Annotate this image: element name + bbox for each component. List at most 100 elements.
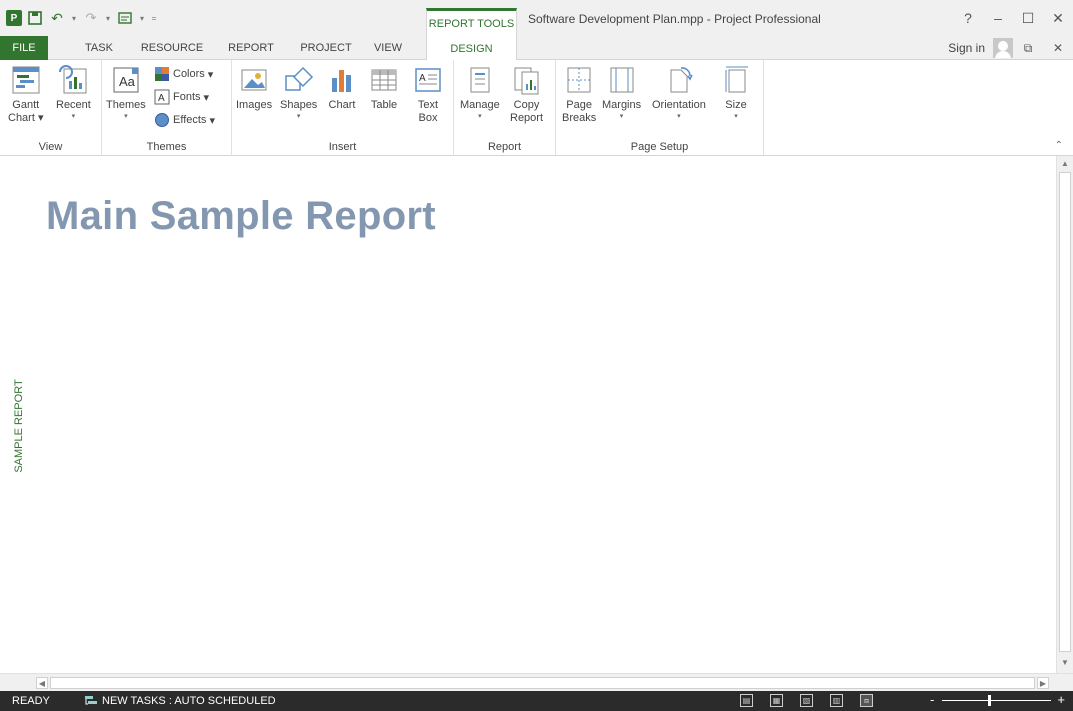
zoom-in-icon[interactable]: + bbox=[1057, 692, 1065, 707]
effects-label: Effects bbox=[173, 114, 207, 126]
fonts-button[interactable]: A Fonts ▾ bbox=[154, 89, 209, 105]
margins-button[interactable]: Margins ▾ bbox=[602, 64, 641, 122]
table-icon bbox=[371, 69, 397, 91]
gantt-chart-button[interactable]: Gantt Chart ▾ bbox=[8, 64, 43, 125]
colors-button[interactable]: Colors ▾ bbox=[154, 66, 213, 82]
effects-dropdown-icon: ▾ bbox=[209, 114, 215, 127]
help-button[interactable]: ? bbox=[953, 6, 983, 30]
customize-icon[interactable] bbox=[116, 9, 134, 27]
themes-icon: Aa bbox=[113, 67, 139, 93]
zoom-knob[interactable] bbox=[988, 695, 991, 706]
shapes-label: Shapes bbox=[280, 99, 318, 111]
ribbon: Gantt Chart ▾ Recent ▾ View Aa Themes ▾ … bbox=[0, 60, 1073, 156]
tab-resource[interactable]: RESOURCE bbox=[138, 36, 206, 60]
manage-label: Manage bbox=[460, 99, 500, 111]
doc-close-icon[interactable]: ✕ bbox=[1043, 39, 1073, 57]
effects-button[interactable]: Effects ▾ bbox=[154, 112, 215, 128]
project-app-icon[interactable]: P bbox=[6, 10, 22, 26]
tab-file[interactable]: FILE bbox=[0, 36, 48, 60]
tab-view[interactable]: VIEW bbox=[370, 36, 406, 60]
images-button[interactable]: Images bbox=[236, 64, 272, 112]
save-icon[interactable] bbox=[26, 9, 44, 27]
tab-project[interactable]: PROJECT bbox=[295, 36, 357, 60]
horizontal-scroll-thumb[interactable] bbox=[50, 677, 1035, 689]
restore-icon[interactable]: ⧉ bbox=[1013, 39, 1043, 57]
maximize-icon[interactable]: ☐ bbox=[1013, 6, 1043, 30]
context-tab-report-tools: REPORT TOOLS bbox=[426, 8, 517, 36]
undo-icon[interactable]: ↶ bbox=[48, 9, 66, 27]
manage-icon bbox=[470, 67, 490, 93]
status-ready: READY bbox=[12, 695, 50, 707]
new-tasks-label: NEW TASKS : AUTO SCHEDULED bbox=[102, 695, 276, 707]
group-label-report: Report bbox=[487, 141, 522, 153]
close-icon[interactable]: ✕ bbox=[1043, 6, 1073, 30]
orientation-button[interactable]: Orientation ▾ bbox=[652, 64, 706, 122]
margins-dropdown-icon: ▾ bbox=[619, 113, 624, 120]
margins-icon bbox=[610, 67, 634, 93]
collapse-ribbon-icon[interactable]: ⌃ bbox=[1055, 140, 1063, 151]
vertical-scroll-thumb[interactable] bbox=[1059, 172, 1071, 652]
report-view-icon[interactable]: ⧈ bbox=[860, 694, 873, 707]
themes-label: Themes bbox=[106, 99, 146, 111]
team-planner-view-icon[interactable]: ▧ bbox=[800, 694, 813, 707]
copy-report-button[interactable]: Copy Report bbox=[510, 64, 543, 125]
shapes-dropdown-icon: ▾ bbox=[296, 113, 301, 120]
chart-button[interactable]: Chart bbox=[326, 64, 358, 112]
colors-label: Colors bbox=[173, 68, 205, 80]
group-label-insert: Insert bbox=[328, 141, 357, 153]
minimize-icon[interactable]: – bbox=[983, 6, 1013, 30]
recent-dropdown-icon: ▾ bbox=[71, 113, 76, 120]
recent-button[interactable]: Recent ▾ bbox=[56, 64, 91, 122]
document-window-controls: ⧉ ✕ bbox=[1013, 39, 1073, 57]
recent-label: Recent bbox=[56, 99, 91, 111]
page-breaks-button[interactable]: Page Breaks bbox=[562, 64, 596, 125]
zoom-out-icon[interactable]: - bbox=[930, 692, 934, 707]
horizontal-scrollbar[interactable]: ◀ ▶ bbox=[0, 673, 1073, 691]
svg-text:A: A bbox=[158, 93, 165, 104]
svg-text:A: A bbox=[419, 73, 426, 84]
undo-dropdown-icon[interactable]: ▾ bbox=[70, 9, 78, 27]
report-title[interactable]: Main Sample Report bbox=[46, 194, 436, 239]
new-tasks-icon bbox=[85, 696, 97, 705]
scroll-down-icon[interactable]: ▼ bbox=[1059, 657, 1071, 669]
size-dropdown-icon: ▾ bbox=[734, 113, 738, 120]
size-button[interactable]: Size ▾ bbox=[720, 64, 752, 122]
scroll-left-icon[interactable]: ◀ bbox=[36, 677, 48, 689]
shapes-button[interactable]: Shapes ▾ bbox=[280, 64, 317, 122]
redo-icon[interactable]: ↷ bbox=[82, 9, 100, 27]
group-themes: Aa Themes ▾ Colors ▾ A Fonts ▾ Effects ▾ Th… bbox=[102, 60, 232, 156]
gantt-label-1: Gantt bbox=[12, 99, 40, 111]
task-usage-view-icon[interactable]: ▦ bbox=[770, 694, 783, 707]
tab-design[interactable]: DESIGN bbox=[426, 36, 517, 61]
gantt-view-icon[interactable]: ▤ bbox=[740, 694, 753, 707]
fonts-icon: A bbox=[154, 89, 170, 105]
resource-sheet-view-icon[interactable]: ▥ bbox=[830, 694, 843, 707]
avatar[interactable] bbox=[993, 38, 1013, 58]
scroll-right-icon[interactable]: ▶ bbox=[1037, 677, 1049, 689]
text-box-label-2: Box bbox=[418, 112, 438, 124]
qat-more-icon[interactable]: = bbox=[150, 9, 158, 27]
tab-task[interactable]: TASK bbox=[78, 36, 120, 60]
title-bar: P ↶ ▾ ↷ ▾ ▾ = REPORT TOOLS Software Deve… bbox=[0, 0, 1073, 36]
view-shortcuts: ▤ ▦ ▧ ▥ ⧈ bbox=[740, 694, 873, 707]
manage-button[interactable]: Manage ▾ bbox=[460, 64, 500, 122]
report-canvas[interactable]: Main Sample Report SAMPLE REPORT bbox=[0, 156, 1056, 673]
tab-report[interactable]: REPORT bbox=[222, 36, 280, 60]
zoom-slider[interactable]: - + bbox=[930, 692, 1065, 708]
window-controls: ? – ☐ ✕ bbox=[953, 6, 1073, 30]
zoom-track[interactable] bbox=[942, 700, 1051, 701]
text-box-button[interactable]: A Text Box bbox=[412, 64, 444, 125]
effects-icon bbox=[155, 113, 169, 127]
new-tasks-mode[interactable]: NEW TASKS : AUTO SCHEDULED bbox=[84, 695, 276, 707]
table-button[interactable]: Table bbox=[368, 64, 400, 112]
group-view: Gantt Chart ▾ Recent ▾ View bbox=[0, 60, 102, 156]
sign-in-link[interactable]: Sign in bbox=[948, 41, 985, 55]
vertical-scrollbar[interactable]: ▲ ▼ bbox=[1056, 156, 1073, 673]
redo-dropdown-icon[interactable]: ▾ bbox=[104, 9, 112, 27]
themes-button[interactable]: Aa Themes ▾ bbox=[106, 64, 146, 122]
chart-label: Chart bbox=[328, 99, 356, 111]
scroll-up-icon[interactable]: ▲ bbox=[1059, 158, 1071, 170]
size-label: Size bbox=[725, 99, 747, 111]
customize-dropdown-icon[interactable]: ▾ bbox=[138, 9, 146, 27]
themes-dropdown-icon: ▾ bbox=[124, 113, 128, 120]
